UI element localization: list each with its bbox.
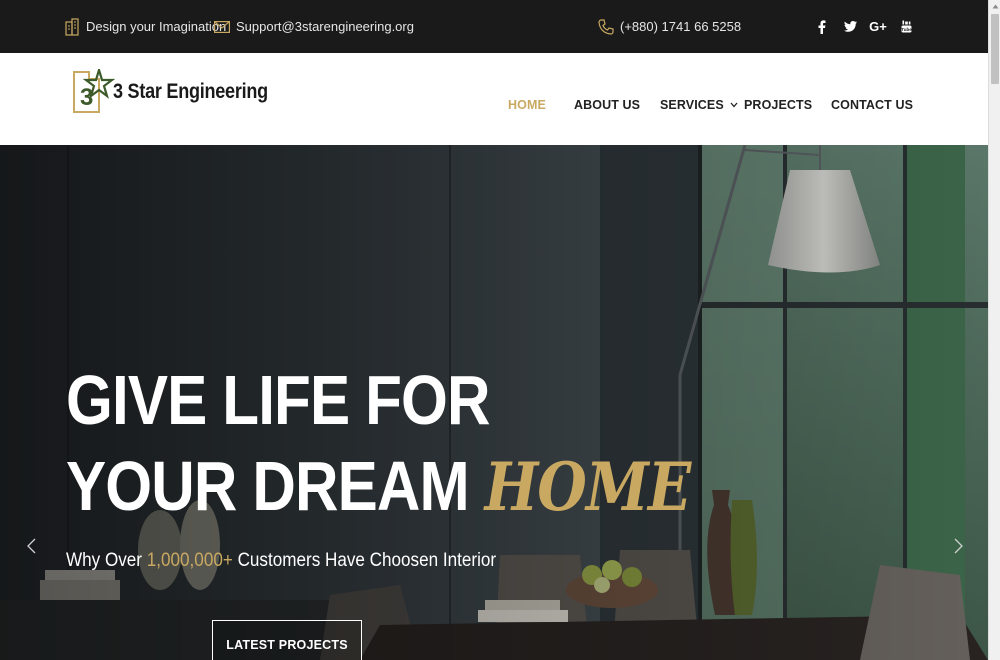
facebook-icon[interactable] (808, 15, 836, 39)
nav-item-about[interactable]: ABOUT US (574, 53, 640, 157)
slider-next-arrow[interactable] (949, 531, 967, 561)
hero-subtitle: Why Over 1,000,000+ Customers Have Choos… (66, 550, 496, 572)
tagline-text: Design your Imagination (86, 19, 227, 34)
phone-link[interactable]: (+880) 1741 66 5258 (598, 0, 741, 53)
nav-item-projects[interactable]: PROJECTS (744, 53, 812, 157)
scroll-up-arrow[interactable] (989, 0, 1000, 12)
hero-title-line1: GIVE LIFE FOR (66, 361, 490, 439)
chevron-right-icon (954, 538, 963, 554)
youtube-icon[interactable]: Tube (892, 15, 920, 39)
nav-item-home[interactable]: HOME (508, 53, 546, 157)
hero-subtitle-number: 1,000,000+ (146, 550, 233, 571)
email-text[interactable]: Support@3starengineering.org (236, 19, 414, 34)
hero-slider: GIVE LIFE FOR YOUR DREAM HOME Why Over 1… (0, 145, 988, 660)
chevron-down-icon (730, 102, 738, 108)
page-scrollbar[interactable] (988, 0, 1000, 660)
top-bar: Design your Imagination Support@3stareng… (0, 0, 988, 53)
social-links: G+ Tube (808, 0, 920, 53)
nav-item-services-label: SERVICES (660, 98, 724, 112)
google-plus-label: G+ (869, 19, 887, 34)
email-link[interactable]: Support@3starengineering.org (214, 0, 414, 53)
phone-icon (598, 18, 614, 35)
hero-title: GIVE LIFE FOR YOUR DREAM HOME (66, 357, 692, 530)
nav-item-services[interactable]: SERVICES (660, 53, 738, 157)
nav-item-contact[interactable]: CONTACT US (831, 53, 913, 157)
scrollbar-thumb[interactable] (991, 14, 999, 84)
phone-text[interactable]: (+880) 1741 66 5258 (620, 19, 741, 34)
latest-projects-button[interactable]: LATEST PROJECTS (212, 620, 362, 660)
chevron-left-icon (26, 538, 35, 554)
twitter-icon[interactable] (836, 15, 864, 39)
building-icon (65, 17, 79, 36)
svg-text:Tube: Tube (901, 27, 912, 32)
google-plus-icon[interactable]: G+ (864, 15, 892, 39)
envelope-icon (214, 20, 230, 33)
hero-title-accent: HOME (484, 448, 692, 526)
slider-prev-arrow[interactable] (22, 531, 40, 561)
main-nav: HOME ABOUT US SERVICES PROJECTS CONTACT … (0, 53, 988, 145)
hero-subtitle-after: Customers Have Choosen Interior (232, 550, 497, 571)
site-header: 3 3 Star Engineering HOME ABOUT US SERVI… (0, 53, 988, 145)
hero-title-line2: YOUR DREAM (66, 447, 485, 525)
hero-subtitle-before: Why Over (66, 550, 147, 571)
tagline: Design your Imagination (64, 0, 226, 53)
